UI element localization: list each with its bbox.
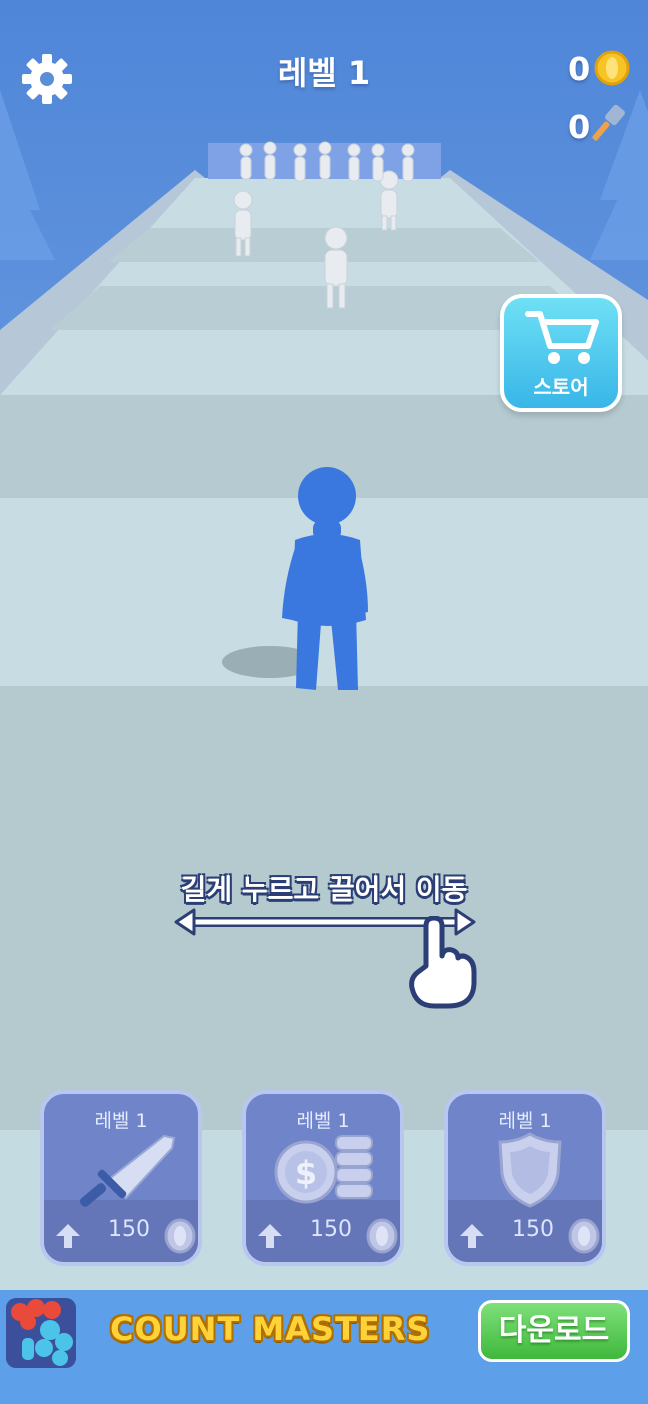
upgrade-arrow-icon bbox=[56, 1224, 80, 1248]
upgrade-arrow-icon bbox=[460, 1224, 484, 1248]
ad-app-icon bbox=[6, 1298, 76, 1368]
coins-icon: $ bbox=[274, 1135, 373, 1204]
ad-title: COUNT MASTERS bbox=[110, 1310, 431, 1348]
download-button[interactable]: 다운로드 bbox=[478, 1300, 630, 1362]
store-label: 스토어 bbox=[533, 375, 589, 399]
svg-text:$: $ bbox=[295, 1154, 317, 1192]
coin-count: 0 bbox=[568, 50, 591, 88]
upgrade-card-income[interactable]: 레벨 1 $ 150 bbox=[242, 1090, 404, 1266]
store-button[interactable]: 스토어 bbox=[500, 294, 622, 412]
upgrade-level-label: 레벨 1 bbox=[296, 1110, 350, 1132]
upgrade-card-sword[interactable]: 레벨 1 150 bbox=[40, 1090, 202, 1266]
price-coin-icon bbox=[568, 1218, 600, 1254]
coin-icon bbox=[594, 50, 630, 86]
upgrade-arrow-icon bbox=[258, 1224, 282, 1248]
upgrade-price: 150 bbox=[108, 1217, 150, 1242]
ad-banner[interactable]: COUNT MASTERS 다운로드 bbox=[0, 1290, 648, 1404]
upgrade-level-label: 레벨 1 bbox=[498, 1110, 552, 1132]
hammer-count: 0 bbox=[568, 108, 591, 146]
price-coin-icon bbox=[164, 1218, 196, 1254]
level-title: 레벨 1 bbox=[277, 54, 371, 92]
upgrade-price: 150 bbox=[512, 1217, 554, 1242]
upgrade-card-shield[interactable]: 레벨 1 150 bbox=[444, 1090, 606, 1266]
hammer-icon bbox=[592, 104, 625, 141]
shield-icon bbox=[498, 1132, 562, 1208]
upgrade-price: 150 bbox=[310, 1217, 352, 1242]
hand-pointer-icon bbox=[409, 916, 477, 1009]
sword-icon bbox=[79, 1134, 176, 1207]
shopping-cart-icon bbox=[525, 311, 599, 364]
price-coin-icon bbox=[366, 1218, 398, 1254]
